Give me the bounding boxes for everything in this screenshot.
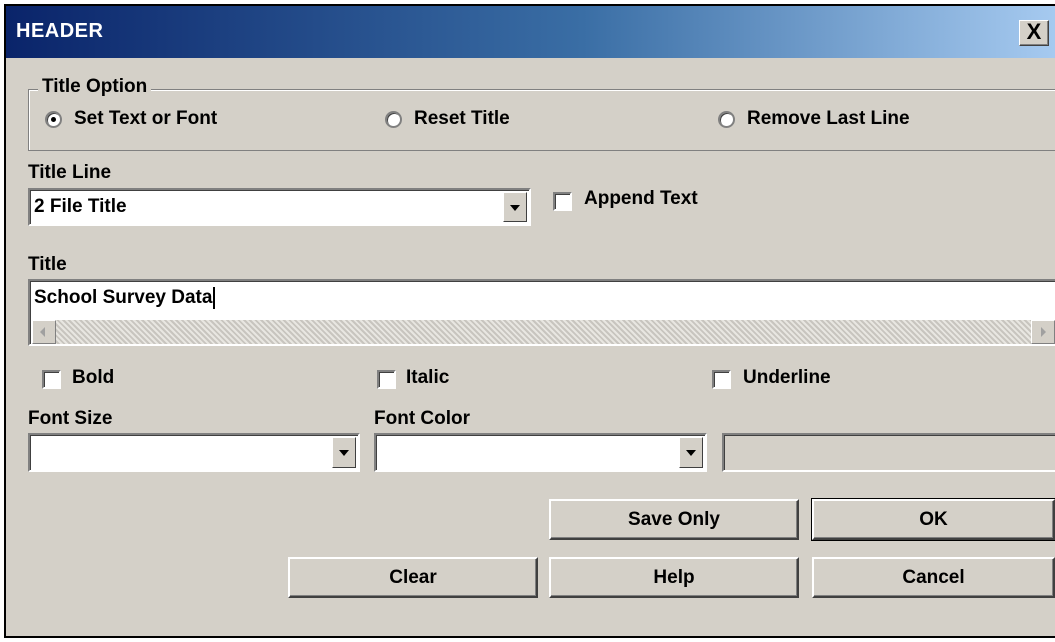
italic-checkbox[interactable] [377, 370, 396, 389]
bold-checkbox[interactable] [42, 370, 61, 389]
scroll-right-icon[interactable] [1031, 320, 1055, 344]
radio-reset-title-label[interactable]: Reset Title [414, 108, 510, 130]
text-caret [213, 287, 216, 309]
radio-set-text-or-font[interactable] [45, 111, 62, 128]
save-only-button[interactable]: Save Only [549, 499, 799, 540]
scroll-left-icon[interactable] [32, 320, 56, 344]
title-bar[interactable]: HEADER X [6, 6, 1055, 58]
title-line-value: 2 File Title [34, 196, 127, 217]
title-option-label: Title Option [38, 76, 152, 98]
underline-label[interactable]: Underline [743, 367, 831, 389]
title-line-select[interactable]: 2 File Title [28, 188, 531, 226]
cancel-button[interactable]: Cancel [812, 557, 1055, 598]
font-size-label: Font Size [28, 408, 113, 429]
append-text-label[interactable]: Append Text [584, 188, 698, 210]
title-value: School Survey Data [34, 287, 213, 309]
window-title: HEADER [16, 20, 104, 42]
ok-button[interactable]: OK [811, 498, 1055, 541]
radio-set-text-or-font-label[interactable]: Set Text or Font [74, 108, 217, 130]
font-color-preview [722, 433, 1055, 472]
radio-remove-last-line[interactable] [718, 111, 735, 128]
title-horizontal-scrollbar[interactable] [32, 320, 1055, 344]
font-color-label: Font Color [374, 408, 471, 429]
bold-label[interactable]: Bold [72, 367, 114, 389]
chevron-down-icon[interactable] [679, 437, 703, 468]
clear-button[interactable]: Clear [288, 557, 538, 598]
chevron-down-icon[interactable] [503, 192, 527, 222]
radio-reset-title[interactable] [385, 111, 402, 128]
append-text-checkbox[interactable] [553, 192, 572, 211]
italic-label[interactable]: Italic [406, 367, 449, 389]
chevron-down-icon[interactable] [332, 437, 356, 468]
underline-checkbox[interactable] [712, 370, 731, 389]
close-icon[interactable]: X [1019, 20, 1049, 46]
help-button[interactable]: Help [549, 557, 799, 598]
radio-remove-last-line-label[interactable]: Remove Last Line [747, 108, 910, 130]
title-line-label: Title Line [28, 162, 112, 183]
font-color-select[interactable] [374, 433, 707, 472]
font-size-select[interactable] [28, 433, 360, 472]
title-label: Title [28, 254, 67, 275]
